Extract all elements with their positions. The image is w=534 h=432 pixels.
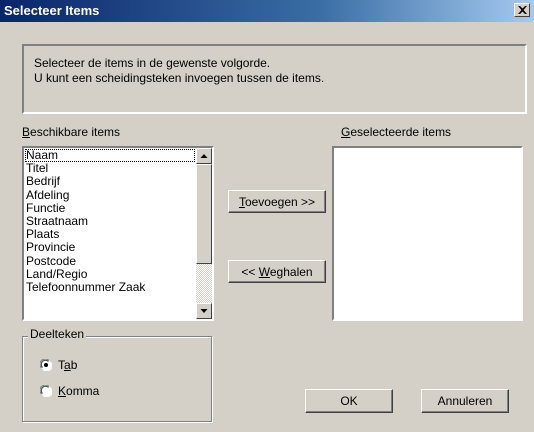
scroll-down-button[interactable] [196, 303, 212, 319]
arrow-up-icon [200, 154, 208, 158]
separator-group-title: Deelteken [28, 327, 87, 341]
close-icon [518, 6, 527, 14]
list-item[interactable]: Afdeling [25, 188, 195, 202]
available-items-label-rest: eschikbare items [30, 125, 121, 139]
close-button[interactable] [514, 3, 530, 17]
remove-button-rest: eghalen [269, 264, 313, 279]
radio-tab-dot [44, 363, 48, 367]
window-title: Selecteer Items [4, 3, 100, 18]
selected-items-label: Geselecteerde items [341, 125, 451, 139]
list-item[interactable]: Bedrijf [25, 175, 195, 188]
scroll-up-button[interactable] [196, 148, 212, 164]
instructions-line-1: Selecteer de items in de gewenste volgor… [34, 56, 271, 70]
radio-komma-label-accel: K [58, 384, 67, 398]
list-item[interactable]: Land/Regio [25, 267, 195, 281]
radio-tab-label-accel: a [64, 358, 71, 372]
list-item[interactable]: Provincie [25, 241, 195, 254]
available-items-list[interactable]: Naam Titel Bedrijf Afdeling Functie Straatnaa… [22, 146, 214, 321]
dialog-window: Selecteer Items Selecteer de items in de… [0, 0, 534, 432]
selected-items-label-accel: G [341, 125, 351, 139]
cancel-button-label: Annuleren [437, 394, 493, 408]
radio-tab-label[interactable]: Tab [58, 358, 77, 372]
list-item[interactable]: Telefoonnummer Zaak [25, 280, 195, 294]
title-bar[interactable]: Selecteer Items [0, 0, 534, 22]
cancel-button[interactable]: Annuleren [421, 389, 509, 413]
instructions-box: Selecteer de items in de gewenste volgor… [22, 44, 527, 114]
radio-komma[interactable] [40, 385, 52, 397]
remove-button-pre: << [241, 264, 259, 279]
ok-button-label: OK [340, 394, 358, 408]
ok-button[interactable]: OK [305, 389, 393, 413]
selected-items-label-rest: eselecteerde items [350, 125, 452, 139]
available-items-scrollbar[interactable] [196, 148, 212, 319]
add-button-label: Toevoegen >> [229, 195, 325, 209]
radio-komma-label-post: omma [66, 384, 100, 398]
radio-tab[interactable] [40, 359, 52, 371]
available-items-label: Beschikbare items [22, 125, 120, 139]
add-button-rest: oevoegen >> [244, 194, 316, 209]
remove-button-label: << Weghalen [229, 265, 325, 279]
available-items-container: Naam Titel Bedrijf Afdeling Functie Straatnaa… [25, 148, 195, 294]
arrow-down-icon [200, 309, 208, 313]
remove-button-accel: W [258, 264, 270, 279]
separator-group [22, 336, 212, 422]
available-items-label-accel: B [22, 125, 31, 139]
radio-komma-label[interactable]: Komma [58, 384, 99, 398]
list-item[interactable]: Naam [25, 148, 195, 163]
selected-items-list[interactable] [332, 146, 523, 321]
add-button[interactable]: Toevoegen >> [228, 190, 326, 213]
instructions-line-2: U kunt een scheidingsteken invoegen tuss… [34, 71, 325, 85]
radio-tab-label-post: b [70, 358, 78, 372]
list-item[interactable]: Functie [25, 201, 195, 215]
scroll-thumb[interactable] [196, 164, 212, 264]
list-item[interactable]: Postcode [25, 254, 195, 268]
remove-button[interactable]: << Weghalen [228, 260, 326, 283]
